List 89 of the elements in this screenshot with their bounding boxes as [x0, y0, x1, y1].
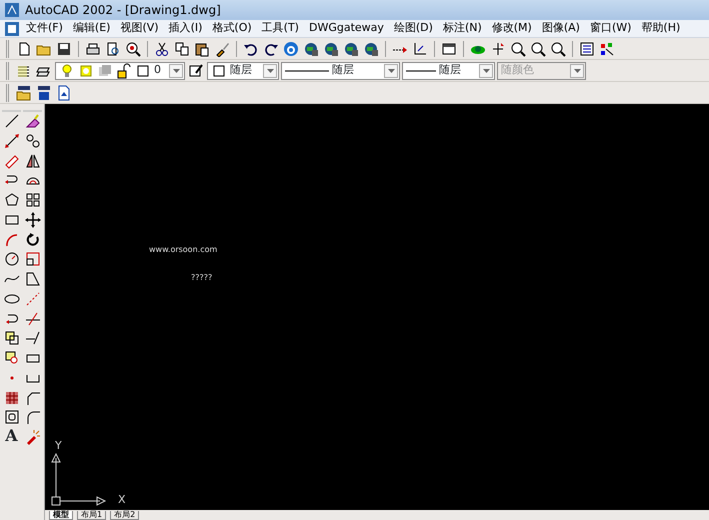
- drawing-canvas[interactable]: www.orsoon.com ????? Y X 模型 布局1 布局2: [45, 104, 709, 520]
- scale-icon[interactable]: [24, 251, 40, 268]
- menu-item[interactable]: 插入(I): [164, 20, 206, 37]
- menu-item[interactable]: 绘图(D): [390, 20, 437, 37]
- globe-icon[interactable]: [363, 40, 379, 56]
- caret-icon: [172, 68, 180, 72]
- line-sample-icon: [406, 68, 436, 72]
- globe-icon[interactable]: [343, 40, 359, 56]
- dashed-line-icon[interactable]: [24, 290, 40, 307]
- magnifier-icon[interactable]: [125, 40, 141, 56]
- menu-item[interactable]: 格式(O): [208, 20, 256, 37]
- explode-icon[interactable]: [24, 429, 40, 445]
- app-icon: [4, 2, 20, 18]
- array-icon[interactable]: [24, 192, 40, 208]
- hexagon-icon[interactable]: [4, 192, 20, 208]
- chamfer-icon[interactable]: [24, 390, 40, 406]
- brush-icon[interactable]: [214, 40, 230, 56]
- axes-icon[interactable]: [412, 40, 428, 56]
- move-icon[interactable]: [24, 212, 40, 228]
- caret-icon: [574, 68, 580, 72]
- swatch-icon: [211, 62, 227, 78]
- block-icon[interactable]: [4, 350, 20, 366]
- region-icon[interactable]: [4, 409, 20, 426]
- menu-item[interactable]: 帮助(H): [637, 20, 684, 37]
- layout-tab[interactable]: 布局2: [110, 510, 140, 520]
- palette-icon[interactable]: [599, 40, 615, 56]
- line-icon[interactable]: [4, 113, 20, 129]
- menu-item[interactable]: 图像(A): [538, 20, 584, 37]
- scissors-icon[interactable]: [154, 40, 170, 56]
- round-badge-icon[interactable]: [283, 40, 299, 56]
- layout-tab[interactable]: 模型: [49, 510, 73, 520]
- folder-icon[interactable]: [16, 84, 32, 100]
- menu-item[interactable]: 编辑(E): [68, 20, 114, 37]
- swatch-icon: [135, 62, 151, 78]
- drawing-text: ?????: [191, 272, 212, 284]
- zoom-icon[interactable]: [530, 40, 546, 56]
- fillet-icon[interactable]: [24, 409, 40, 426]
- menu-item[interactable]: 工具(T): [258, 20, 303, 37]
- hatch-icon[interactable]: [4, 390, 20, 406]
- layer-square-icon: [97, 62, 113, 78]
- text-tool-glyph[interactable]: A: [5, 428, 18, 444]
- copy-objects-icon[interactable]: [24, 132, 40, 149]
- sun-icon: [78, 62, 94, 78]
- menu-item[interactable]: 窗口(W): [586, 20, 636, 37]
- dropdown[interactable]: 随层: [402, 62, 495, 80]
- line-sample-icon: [285, 68, 329, 72]
- stretch-icon[interactable]: [24, 271, 40, 287]
- properties-icon[interactable]: [579, 40, 595, 56]
- globe-icon[interactable]: [323, 40, 339, 56]
- block-icon[interactable]: [4, 330, 20, 346]
- axis-label: Y: [55, 438, 62, 454]
- axis-label: X: [118, 492, 126, 508]
- menu-item[interactable]: 视图(V): [116, 20, 163, 37]
- menu-item[interactable]: DWGgateway: [304, 20, 388, 37]
- printer-icon[interactable]: [85, 40, 101, 56]
- floppy-disk-icon[interactable]: [36, 84, 52, 100]
- rotate-icon[interactable]: [24, 232, 40, 248]
- document-icon[interactable]: [56, 84, 72, 100]
- eraser-icon[interactable]: [24, 113, 40, 129]
- layout-tab[interactable]: 布局1: [77, 510, 106, 520]
- padlock-icon: [116, 62, 132, 78]
- window-icon[interactable]: [441, 40, 457, 56]
- dropdown[interactable]: 随层: [281, 62, 400, 80]
- zoom-icon[interactable]: [510, 40, 526, 56]
- ruler-icon[interactable]: [4, 152, 20, 168]
- clipboard-icon[interactable]: [194, 40, 210, 56]
- menu-item[interactable]: 文件(F): [22, 20, 67, 37]
- page-magnifier-icon[interactable]: [105, 40, 121, 56]
- dropdown[interactable]: 0: [55, 62, 185, 80]
- circle-icon[interactable]: [4, 251, 20, 268]
- double-arrow-icon[interactable]: [4, 132, 20, 149]
- caret-icon: [482, 68, 490, 72]
- copy-icon[interactable]: [174, 40, 190, 56]
- globe-icon[interactable]: [303, 40, 319, 56]
- arc-icon[interactable]: [4, 232, 20, 248]
- dropdown[interactable]: 随层: [207, 62, 279, 80]
- menu-item[interactable]: 标注(N): [438, 20, 486, 37]
- mirror-icon[interactable]: [24, 152, 40, 168]
- window-title: AutoCAD 2002 - [Drawing1.dwg]: [25, 2, 221, 19]
- layer-set-icon[interactable]: [188, 62, 204, 78]
- extend-icon[interactable]: [24, 330, 40, 346]
- document-icon[interactable]: [4, 20, 20, 36]
- trim-icon[interactable]: [24, 310, 40, 326]
- drawing-text: www.orsoon.com: [149, 244, 218, 256]
- caret-icon: [266, 68, 274, 72]
- zoom-icon[interactable]: [550, 40, 566, 56]
- menu-item[interactable]: 修改(M): [488, 20, 536, 37]
- caret-icon: [388, 68, 394, 72]
- pan-icon[interactable]: [490, 40, 506, 56]
